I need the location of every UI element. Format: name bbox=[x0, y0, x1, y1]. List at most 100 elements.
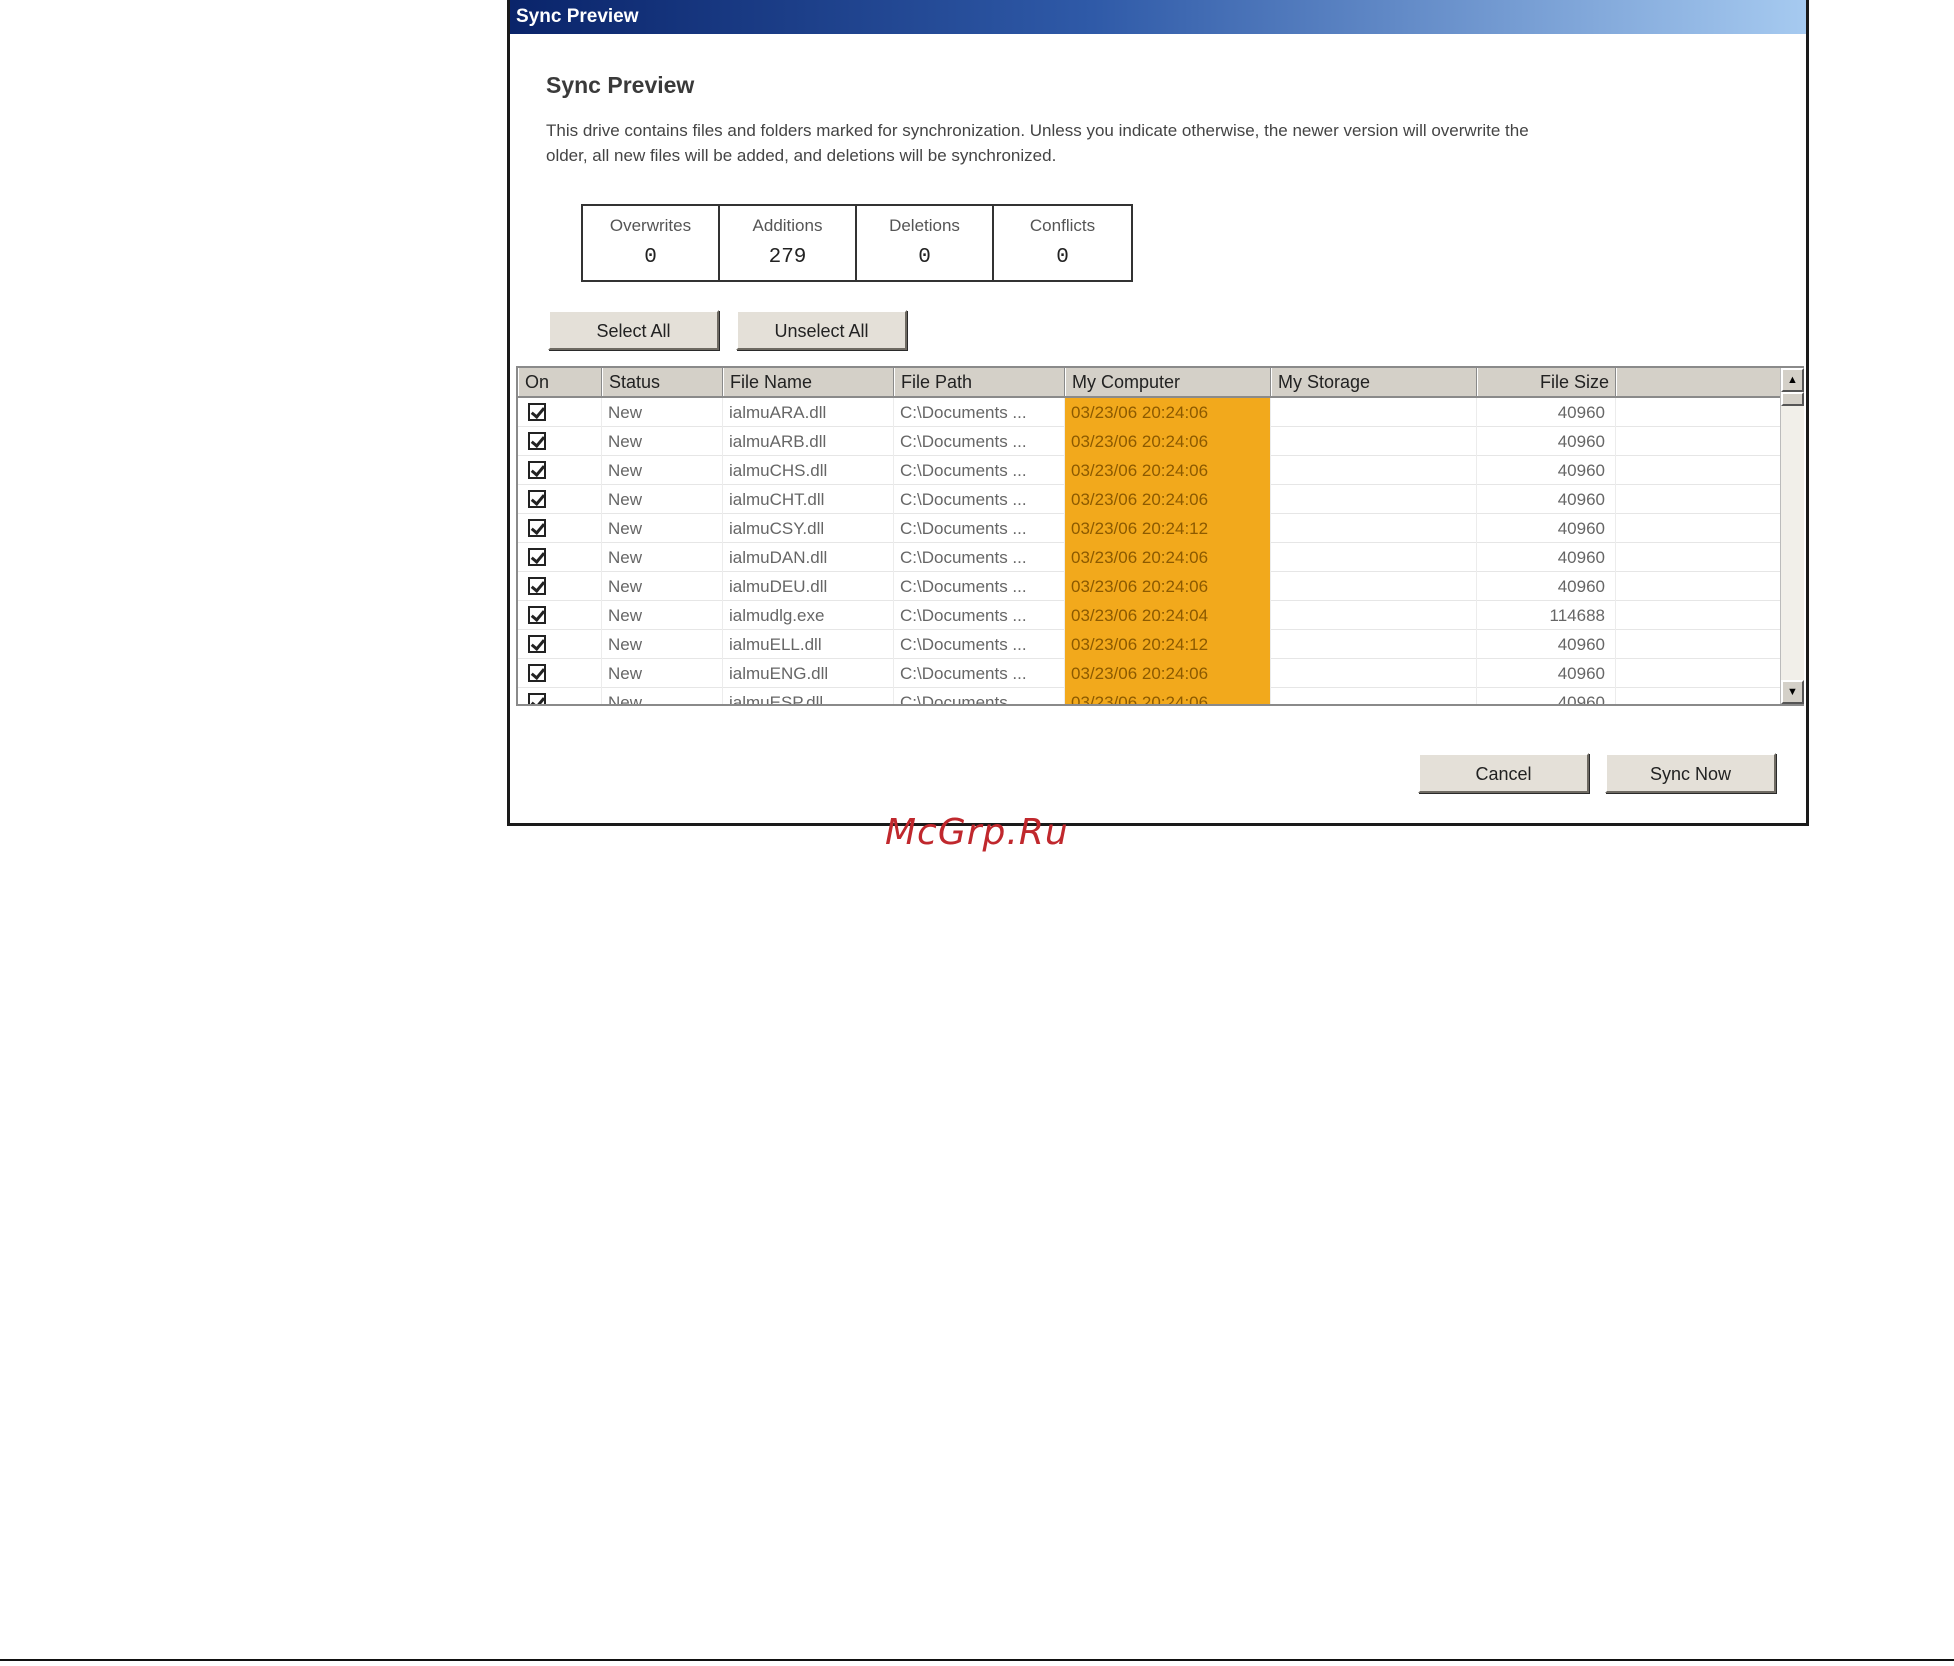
checkbox-checked-icon[interactable] bbox=[528, 548, 546, 566]
cancel-button[interactable]: Cancel bbox=[1418, 753, 1589, 793]
cell-file-size: 114688 bbox=[1477, 601, 1616, 630]
cell-file-name: ialmuARA.dll bbox=[723, 398, 894, 427]
column-header-file-name[interactable]: File Name bbox=[723, 368, 894, 396]
sync-preview-dialog: Sync Preview Sync Preview This drive con… bbox=[507, 0, 1809, 826]
summary-label: Deletions bbox=[889, 216, 960, 235]
column-header-on[interactable]: On bbox=[518, 368, 602, 396]
sync-summary-box: Overwrites 0 Additions 279 Deletions 0 C… bbox=[581, 204, 1133, 282]
column-header-file-size[interactable]: File Size bbox=[1477, 368, 1616, 396]
cell-file-size: 40960 bbox=[1477, 630, 1616, 659]
cell-file-path: C:\Documents ... bbox=[894, 630, 1065, 659]
cell-status: New bbox=[602, 543, 723, 572]
checkbox-checked-icon[interactable] bbox=[528, 432, 546, 450]
column-header-file-path[interactable]: File Path bbox=[894, 368, 1065, 396]
table-row[interactable]: New ialmuARB.dll C:\Documents ... 03/23/06 … bbox=[518, 427, 1782, 456]
scrollbar-thumb[interactable] bbox=[1781, 392, 1804, 406]
cell-filler bbox=[1616, 456, 1782, 485]
checkbox-checked-icon[interactable] bbox=[528, 693, 546, 704]
table-row[interactable]: New ialmuARA.dll C:\Documents ... 03/23/06 … bbox=[518, 398, 1782, 427]
sync-now-button[interactable]: Sync Now bbox=[1605, 753, 1776, 793]
cell-on bbox=[518, 659, 602, 688]
sync-file-table[interactable]: On Status File Name File Path My Compute… bbox=[516, 366, 1804, 706]
vertical-scrollbar[interactable]: ▲ ▼ bbox=[1780, 368, 1804, 704]
cell-status: New bbox=[602, 659, 723, 688]
cell-my-computer: 03/23/06 20:24:06 bbox=[1065, 427, 1271, 456]
cell-status: New bbox=[602, 514, 723, 543]
cell-my-storage bbox=[1271, 630, 1477, 659]
page-title: Sync Preview bbox=[546, 72, 695, 98]
cell-filler bbox=[1616, 427, 1782, 456]
table-header: On Status File Name File Path My Compute… bbox=[518, 368, 1782, 398]
table-row[interactable]: New ialmuDEU.dll C:\Documents ... 03/23/06 … bbox=[518, 572, 1782, 601]
cell-filler bbox=[1616, 630, 1782, 659]
cell-filler bbox=[1616, 572, 1782, 601]
cell-on bbox=[518, 601, 602, 630]
page-bottom-rule bbox=[0, 1659, 1954, 1661]
checkbox-checked-icon[interactable] bbox=[528, 635, 546, 653]
cell-my-storage bbox=[1271, 543, 1477, 572]
cell-file-path: C:\Documents ... bbox=[894, 601, 1065, 630]
column-header-my-computer[interactable]: My Computer bbox=[1065, 368, 1271, 396]
table-row[interactable]: New ialmuDAN.dll C:\Documents ... 03/23/06 … bbox=[518, 543, 1782, 572]
summary-label: Overwrites bbox=[609, 216, 692, 235]
column-header-my-storage[interactable]: My Storage bbox=[1271, 368, 1477, 396]
table-row[interactable]: New ialmuELL.dll C:\Documents ... 03/23/06 … bbox=[518, 630, 1782, 659]
table-row[interactable]: New ialmudlg.exe C:\Documents ... 03/23/06 … bbox=[518, 601, 1782, 630]
cell-file-size: 40960 bbox=[1477, 514, 1616, 543]
cell-file-path: C:\Documents ... bbox=[894, 659, 1065, 688]
cell-status: New bbox=[602, 630, 723, 659]
cell-file-size: 40960 bbox=[1477, 572, 1616, 601]
cell-on bbox=[518, 427, 602, 456]
summary-conflicts: Conflicts 0 bbox=[994, 206, 1131, 280]
scroll-up-arrow-icon[interactable]: ▲ bbox=[1781, 368, 1804, 392]
cell-on bbox=[518, 398, 602, 427]
checkbox-checked-icon[interactable] bbox=[528, 490, 546, 508]
summary-overwrites: Overwrites 0 bbox=[583, 206, 720, 280]
cell-my-computer: 03/23/06 20:24:06 bbox=[1065, 572, 1271, 601]
cell-status: New bbox=[602, 572, 723, 601]
cell-status: New bbox=[602, 456, 723, 485]
checkbox-checked-icon[interactable] bbox=[528, 577, 546, 595]
cell-file-path: C:\Documents ... bbox=[894, 543, 1065, 572]
watermark-text: McGrp.Ru bbox=[885, 812, 1069, 853]
unselect-all-button[interactable]: Unselect All bbox=[736, 310, 907, 350]
summary-value: 0 bbox=[1056, 246, 1069, 269]
cell-status: New bbox=[602, 601, 723, 630]
checkbox-checked-icon[interactable] bbox=[528, 606, 546, 624]
cell-on bbox=[518, 572, 602, 601]
checkbox-checked-icon[interactable] bbox=[528, 664, 546, 682]
table-row[interactable]: New ialmuESP.dll C:\Documents ... 03/23/06 … bbox=[518, 688, 1782, 704]
description-line-2: older, all new files will be added, and … bbox=[546, 146, 1057, 165]
checkbox-checked-icon[interactable] bbox=[528, 403, 546, 421]
cell-my-computer: 03/23/06 20:24:06 bbox=[1065, 398, 1271, 427]
cell-file-path: C:\Documents ... bbox=[894, 456, 1065, 485]
cell-my-computer: 03/23/06 20:24:12 bbox=[1065, 514, 1271, 543]
cell-file-name: ialmuARB.dll bbox=[723, 427, 894, 456]
cell-my-storage bbox=[1271, 572, 1477, 601]
cell-file-path: C:\Documents ... bbox=[894, 398, 1065, 427]
cell-file-name: ialmuDEU.dll bbox=[723, 572, 894, 601]
cell-my-computer: 03/23/06 20:24:06 bbox=[1065, 485, 1271, 514]
cell-my-computer: 03/23/06 20:24:06 bbox=[1065, 688, 1271, 704]
window-title-bar[interactable]: Sync Preview bbox=[510, 0, 1806, 34]
table-row[interactable]: New ialmuCHT.dll C:\Documents ... 03/23/06 … bbox=[518, 485, 1782, 514]
cell-file-path: C:\Documents ... bbox=[894, 688, 1065, 704]
cell-file-path: C:\Documents ... bbox=[894, 572, 1065, 601]
cell-my-storage bbox=[1271, 427, 1477, 456]
cell-filler bbox=[1616, 543, 1782, 572]
cell-status: New bbox=[602, 688, 723, 704]
cell-file-name: ialmuCSY.dll bbox=[723, 514, 894, 543]
checkbox-checked-icon[interactable] bbox=[528, 519, 546, 537]
table-row[interactable]: New ialmuCHS.dll C:\Documents ... 03/23/06 … bbox=[518, 456, 1782, 485]
cell-file-name: ialmuESP.dll bbox=[723, 688, 894, 704]
cell-on bbox=[518, 543, 602, 572]
table-row[interactable]: New ialmuENG.dll C:\Documents ... 03/23/06 … bbox=[518, 659, 1782, 688]
column-header-status[interactable]: Status bbox=[602, 368, 723, 396]
summary-value: 0 bbox=[644, 246, 657, 269]
cell-on bbox=[518, 630, 602, 659]
table-row[interactable]: New ialmuCSY.dll C:\Documents ... 03/23/06 … bbox=[518, 514, 1782, 543]
checkbox-checked-icon[interactable] bbox=[528, 461, 546, 479]
select-all-button[interactable]: Select All bbox=[548, 310, 719, 350]
scroll-down-arrow-icon[interactable]: ▼ bbox=[1781, 680, 1804, 704]
cell-my-storage bbox=[1271, 456, 1477, 485]
